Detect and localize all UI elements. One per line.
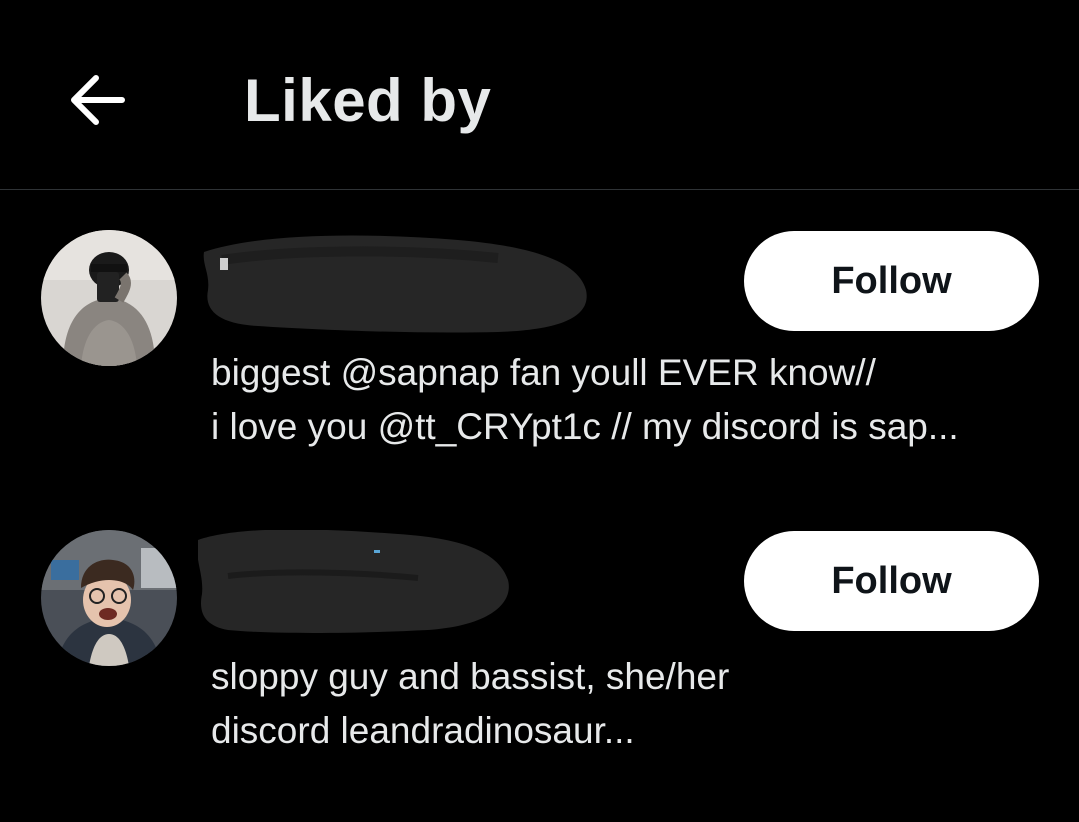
redacted-name [198,530,598,640]
page-title: Liked by [244,67,492,134]
follow-button[interactable]: Follow [744,231,1039,331]
redacted-name [198,230,598,340]
avatar[interactable] [41,230,177,366]
user-bio: sloppy guy and bassist, she/her discord … [211,650,1051,758]
avatar[interactable] [41,530,177,666]
user-cell[interactable]: Follow biggest @sapnap fan youll EVER kn… [0,230,1079,470]
user-bio: biggest @sapnap fan youll EVER know// i … [211,346,1051,454]
top-bar: Liked by [0,0,1079,190]
user-avatar-photo [41,530,177,666]
bio-line: i love you @tt_CRYpt1c // my discord is … [211,406,959,447]
user-avatar-photo [41,230,177,366]
arrow-left-icon [71,75,125,125]
bio-line: biggest @sapnap fan youll EVER know// [211,352,876,393]
user-cell[interactable]: Follow sloppy guy and bassist, she/her d… [0,530,1079,770]
follow-button[interactable]: Follow [744,531,1039,631]
back-button[interactable] [58,62,134,138]
bio-line: discord leandradinosaur... [211,710,635,751]
bio-line: sloppy guy and bassist, she/her [211,656,730,697]
